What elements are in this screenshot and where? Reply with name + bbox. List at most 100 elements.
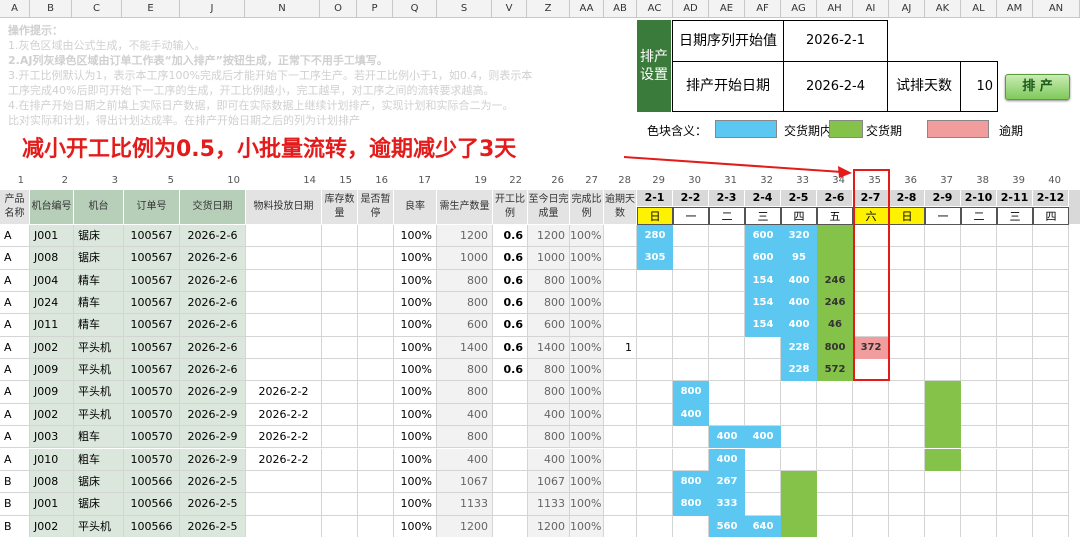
gantt-cell[interactable] [709,381,745,404]
gantt-cell[interactable] [961,314,997,337]
table-cell-code[interactable]: J003 [30,426,74,449]
column-letter[interactable]: AN [1033,0,1080,18]
gantt-cell[interactable] [1033,225,1069,248]
gantt-cell[interactable] [997,314,1033,337]
table-cell-ratio[interactable] [493,403,528,427]
gantt-cell[interactable] [1033,359,1069,382]
gantt-cell[interactable] [889,426,925,449]
table-cell-pause[interactable] [358,381,394,404]
table-cell-done[interactable]: 1000 [528,247,570,270]
table-cell-mach[interactable]: 精车 [74,269,124,293]
table-cell-done[interactable]: 400 [528,403,570,427]
gantt-bar[interactable] [817,225,853,248]
gantt-cell[interactable] [709,247,745,270]
gantt-bar[interactable]: 154 [745,292,781,315]
column-letter[interactable]: AG [781,0,817,18]
table-cell-qty[interactable]: 1133 [437,493,493,516]
gantt-cell[interactable] [637,381,673,404]
gantt-cell[interactable] [745,359,781,382]
table-cell-ratio[interactable] [493,448,528,471]
gantt-cell[interactable] [709,269,745,293]
gantt-bar[interactable]: 400 [709,426,745,449]
gantt-cell[interactable] [925,493,961,516]
table-cell-qty[interactable]: 400 [437,403,493,427]
table-cell-late[interactable] [604,292,637,315]
table-cell-qty[interactable]: 1067 [437,470,493,494]
gantt-cell[interactable] [889,470,925,494]
table-cell-qty[interactable]: 1200 [437,225,493,248]
gantt-bar[interactable]: 280 [637,225,673,248]
column-letter[interactable]: AL [961,0,997,18]
gantt-cell[interactable] [853,470,889,494]
gantt-bar[interactable]: 640 [745,515,781,537]
table-cell-ratio[interactable]: 0.6 [493,292,528,315]
table-cell-done[interactable]: 400 [528,448,570,471]
gantt-cell[interactable] [673,336,709,360]
table-cell-qty[interactable]: 1000 [437,247,493,270]
table-cell-due[interactable]: 2026-2-9 [180,448,246,471]
gantt-bar[interactable]: 600 [745,247,781,270]
table-cell-pct[interactable]: 100% [570,381,604,404]
gantt-cell[interactable] [961,448,997,471]
gantt-cell[interactable] [637,336,673,360]
table-cell-order[interactable]: 100567 [124,225,180,248]
table-cell-due[interactable]: 2026-2-5 [180,515,246,537]
table-cell-done[interactable]: 800 [528,426,570,449]
table-cell-due[interactable]: 2026-2-6 [180,336,246,360]
table-cell-qty[interactable]: 600 [437,314,493,337]
column-letter[interactable]: Z [527,0,570,18]
gantt-cell[interactable] [997,381,1033,404]
table-cell-yield[interactable]: 100% [394,359,437,382]
table-cell-mach[interactable]: 锯床 [74,493,124,516]
gantt-cell[interactable] [997,292,1033,315]
gantt-bar[interactable]: 600 [745,225,781,248]
table-cell-late[interactable] [604,381,637,404]
table-cell-p[interactable]: A [0,381,30,404]
table-cell-stock[interactable] [322,292,358,315]
gantt-cell[interactable] [997,470,1033,494]
table-cell-p[interactable]: A [0,247,30,270]
table-cell-late[interactable] [604,403,637,427]
gantt-cell[interactable] [961,381,997,404]
table-cell-ratio[interactable] [493,493,528,516]
table-cell-stock[interactable] [322,493,358,516]
table-cell-code[interactable]: J002 [30,515,74,537]
table-cell-pause[interactable] [358,359,394,382]
gantt-cell[interactable] [637,448,673,471]
gantt-cell[interactable] [745,403,781,427]
table-cell-late[interactable] [604,470,637,494]
table-cell-yield[interactable]: 100% [394,515,437,537]
table-cell-stock[interactable] [322,448,358,471]
table-cell-pct[interactable]: 100% [570,515,604,537]
gantt-cell[interactable] [853,426,889,449]
table-cell-ratio[interactable] [493,515,528,537]
gantt-bar[interactable]: 572 [817,359,853,382]
gantt-cell[interactable] [961,359,997,382]
gantt-cell[interactable] [817,448,853,471]
gantt-bar[interactable] [781,493,817,516]
table-cell-mat[interactable] [246,314,322,337]
gantt-cell[interactable] [637,493,673,516]
gantt-bar[interactable]: 320 [781,225,817,248]
column-letter[interactable]: AA [570,0,604,18]
column-letter[interactable]: S [437,0,492,18]
gantt-cell[interactable] [745,470,781,494]
gantt-cell[interactable] [817,426,853,449]
table-cell-done[interactable]: 1400 [528,336,570,360]
gantt-cell[interactable] [925,225,961,248]
table-cell-yield[interactable]: 100% [394,493,437,516]
gantt-cell[interactable] [1033,403,1069,427]
gantt-cell[interactable] [889,448,925,471]
table-cell-late[interactable] [604,225,637,248]
gantt-cell[interactable] [781,381,817,404]
gantt-cell[interactable] [889,336,925,360]
gantt-cell[interactable] [961,336,997,360]
gantt-cell[interactable] [1033,336,1069,360]
table-cell-code[interactable]: J002 [30,403,74,427]
table-cell-late[interactable]: 1 [604,336,637,360]
table-cell-code[interactable]: J001 [30,493,74,516]
table-cell-pause[interactable] [358,426,394,449]
column-letter[interactable]: AB [604,0,637,18]
gantt-cell[interactable] [817,515,853,537]
table-cell-yield[interactable]: 100% [394,448,437,471]
